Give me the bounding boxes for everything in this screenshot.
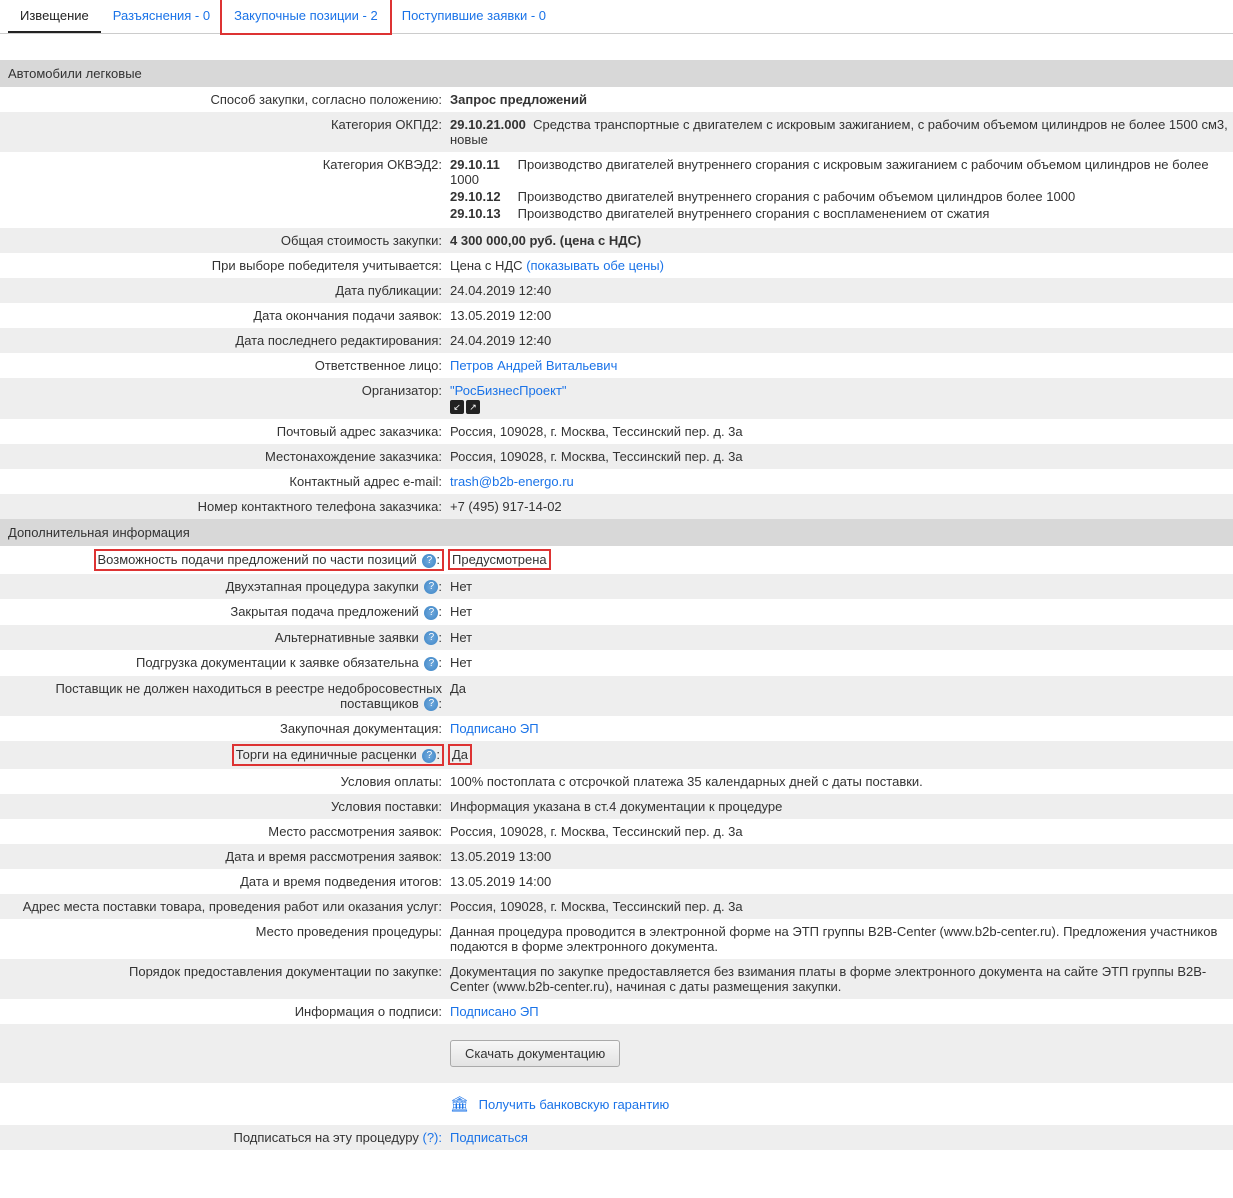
location-value: Россия, 109028, г. Москва, Тессинский пе…: [446, 449, 1233, 464]
alt-label: Альтернативные заявки: [275, 630, 419, 645]
bad-label: Поставщик не должен находиться в реестре…: [56, 681, 442, 711]
organizer-link[interactable]: "РосБизнесПроект": [450, 383, 567, 398]
partial-value: Предусмотрена: [452, 552, 547, 567]
partial-label-box: Возможность подачи предложений по части …: [96, 551, 442, 569]
help-icon[interactable]: ?: [424, 580, 438, 594]
docorder-value: Документация по закупке предоставляется …: [446, 964, 1233, 994]
method-label: Способ закупки, согласно положению:: [0, 92, 446, 107]
tab-notice[interactable]: Извещение: [8, 0, 101, 33]
subscribe-label: Подписаться на эту процедуру: [234, 1130, 419, 1145]
download-documentation-button[interactable]: Скачать документацию: [450, 1040, 620, 1067]
bank-guarantee-link[interactable]: Получить банковскую гарантию: [479, 1097, 670, 1112]
reviewplace-value: Россия, 109028, г. Москва, Тессинский пе…: [446, 824, 1233, 839]
enddate-value: 13.05.2019 12:00: [446, 308, 1233, 323]
okved-label: Категория ОКВЭД2:: [0, 157, 446, 172]
alt-value: Нет: [446, 630, 1233, 645]
pubdate-value: 24.04.2019 12:40: [446, 283, 1233, 298]
signinfo-link[interactable]: Подписано ЭП: [446, 1004, 1233, 1019]
delivery-label: Условия поставки:: [0, 799, 446, 814]
section2-header: Дополнительная информация: [0, 519, 1233, 546]
closed-label: Закрытая подача предложений: [230, 604, 418, 619]
subscribe-q[interactable]: (?):: [423, 1130, 443, 1145]
winner-value: Цена с НДС (показывать обе цены): [446, 258, 1233, 273]
procplace-value: Данная процедура проводится в электронно…: [446, 924, 1233, 954]
total-value: 4 300 000,00 руб. (цена с НДС): [446, 233, 1233, 248]
tab-clarifications[interactable]: Разъяснения - 0: [101, 0, 222, 33]
unitprices-label: Торги на единичные расценки: [236, 747, 417, 762]
help-icon[interactable]: ?: [424, 697, 438, 711]
help-icon[interactable]: ?: [424, 606, 438, 620]
okpd-label: Категория ОКПД2:: [0, 117, 446, 132]
organizer-label: Организатор:: [0, 383, 446, 398]
twostage-value: Нет: [446, 579, 1233, 594]
okpd-text: Средства транспортные с двигателем с иск…: [450, 117, 1228, 147]
partial-value-box: Предусмотрена: [450, 551, 549, 568]
section1-header: Автомобили легковые: [0, 60, 1233, 87]
total-label: Общая стоимость закупки:: [0, 233, 446, 248]
bad-value: Да: [446, 681, 1233, 696]
unitprices-value: Да: [452, 747, 468, 762]
responsible-label: Ответственное лицо:: [0, 358, 446, 373]
email-link[interactable]: trash@b2b-energo.ru: [446, 474, 1233, 489]
help-icon[interactable]: ?: [424, 657, 438, 671]
method-value: Запрос предложений: [446, 92, 1233, 107]
deliveryaddr-value: Россия, 109028, г. Москва, Тессинский пе…: [446, 899, 1233, 914]
organizer-icons: ↙ ↗: [450, 400, 480, 414]
twostage-label: Двухэтапная процедура закупки: [226, 579, 419, 594]
partial-label: Возможность подачи предложений по части …: [98, 552, 417, 567]
phone-label: Номер контактного телефона заказчика:: [0, 499, 446, 514]
resultsdate-label: Дата и время подведения итогов:: [0, 874, 446, 889]
reviewplace-label: Место рассмотрения заявок:: [0, 824, 446, 839]
okved-code-1: 29.10.12: [450, 189, 514, 204]
lastedit-label: Дата последнего редактирования:: [0, 333, 446, 348]
winner-text: Цена с НДС: [450, 258, 523, 273]
procplace-label: Место проведения процедуры:: [0, 924, 446, 939]
bank-icon: 🏛: [450, 1096, 469, 1113]
docupload-label: Подгрузка документации к заявке обязател…: [136, 655, 419, 670]
expand-icon[interactable]: ↗: [466, 400, 480, 414]
okpd-value: 29.10.21.000 Средства транспортные с дви…: [446, 117, 1233, 147]
tab-applications[interactable]: Поступившие заявки - 0: [390, 0, 558, 33]
phone-value: +7 (495) 917-14-02: [446, 499, 1233, 514]
docorder-label: Порядок предоставления документации по з…: [0, 964, 446, 979]
okved-code-0: 29.10.11: [450, 157, 514, 172]
postaddr-value: Россия, 109028, г. Москва, Тессинский пе…: [446, 424, 1233, 439]
enddate-label: Дата окончания подачи заявок:: [0, 308, 446, 323]
email-label: Контактный адрес e-mail:: [0, 474, 446, 489]
collapse-icon[interactable]: ↙: [450, 400, 464, 414]
okved-text-0: Производство двигателей внутреннего сгор…: [450, 157, 1209, 187]
procdoc-label: Закупочная документация:: [0, 721, 446, 736]
winner-label: При выборе победителя учитывается:: [0, 258, 446, 273]
docupload-value: Нет: [446, 655, 1233, 670]
help-icon[interactable]: ?: [424, 631, 438, 645]
okved-value: 29.10.11 Производство двигателей внутрен…: [446, 157, 1233, 223]
tabs-bar: Извещение Разъяснения - 0 Закупочные поз…: [0, 0, 1233, 34]
okpd-code: 29.10.21.000: [450, 117, 526, 132]
show-both-prices-link[interactable]: (показывать обе цены): [526, 258, 664, 273]
help-icon[interactable]: ?: [422, 554, 436, 568]
unitprices-value-box: Да: [450, 746, 470, 763]
closed-value: Нет: [446, 604, 1233, 619]
delivery-value: Информация указана в ст.4 документации к…: [446, 799, 1233, 814]
reviewdate-label: Дата и время рассмотрения заявок:: [0, 849, 446, 864]
subscribe-link[interactable]: Подписаться: [450, 1130, 528, 1145]
pubdate-label: Дата публикации:: [0, 283, 446, 298]
okved-text-1: Производство двигателей внутреннего сгор…: [518, 189, 1076, 204]
unitprices-label-box: Торги на единичные расценки ?:: [234, 746, 442, 764]
resultsdate-value: 13.05.2019 14:00: [446, 874, 1233, 889]
reviewdate-value: 13.05.2019 13:00: [446, 849, 1233, 864]
okved-text-2: Производство двигателей внутреннего сгор…: [518, 206, 990, 221]
payment-value: 100% постоплата с отсрочкой платежа 35 к…: [446, 774, 1233, 789]
location-label: Местонахождение заказчика:: [0, 449, 446, 464]
okved-code-2: 29.10.13: [450, 206, 514, 221]
postaddr-label: Почтовый адрес заказчика:: [0, 424, 446, 439]
payment-label: Условия оплаты:: [0, 774, 446, 789]
responsible-link[interactable]: Петров Андрей Витальевич: [446, 358, 1233, 373]
signinfo-label: Информация о подписи:: [0, 1004, 446, 1019]
procdoc-link[interactable]: Подписано ЭП: [446, 721, 1233, 736]
lastedit-value: 24.04.2019 12:40: [446, 333, 1233, 348]
tab-positions[interactable]: Закупочные позиции - 2: [222, 0, 390, 33]
deliveryaddr-label: Адрес места поставки товара, проведения …: [0, 899, 446, 914]
help-icon[interactable]: ?: [422, 749, 436, 763]
